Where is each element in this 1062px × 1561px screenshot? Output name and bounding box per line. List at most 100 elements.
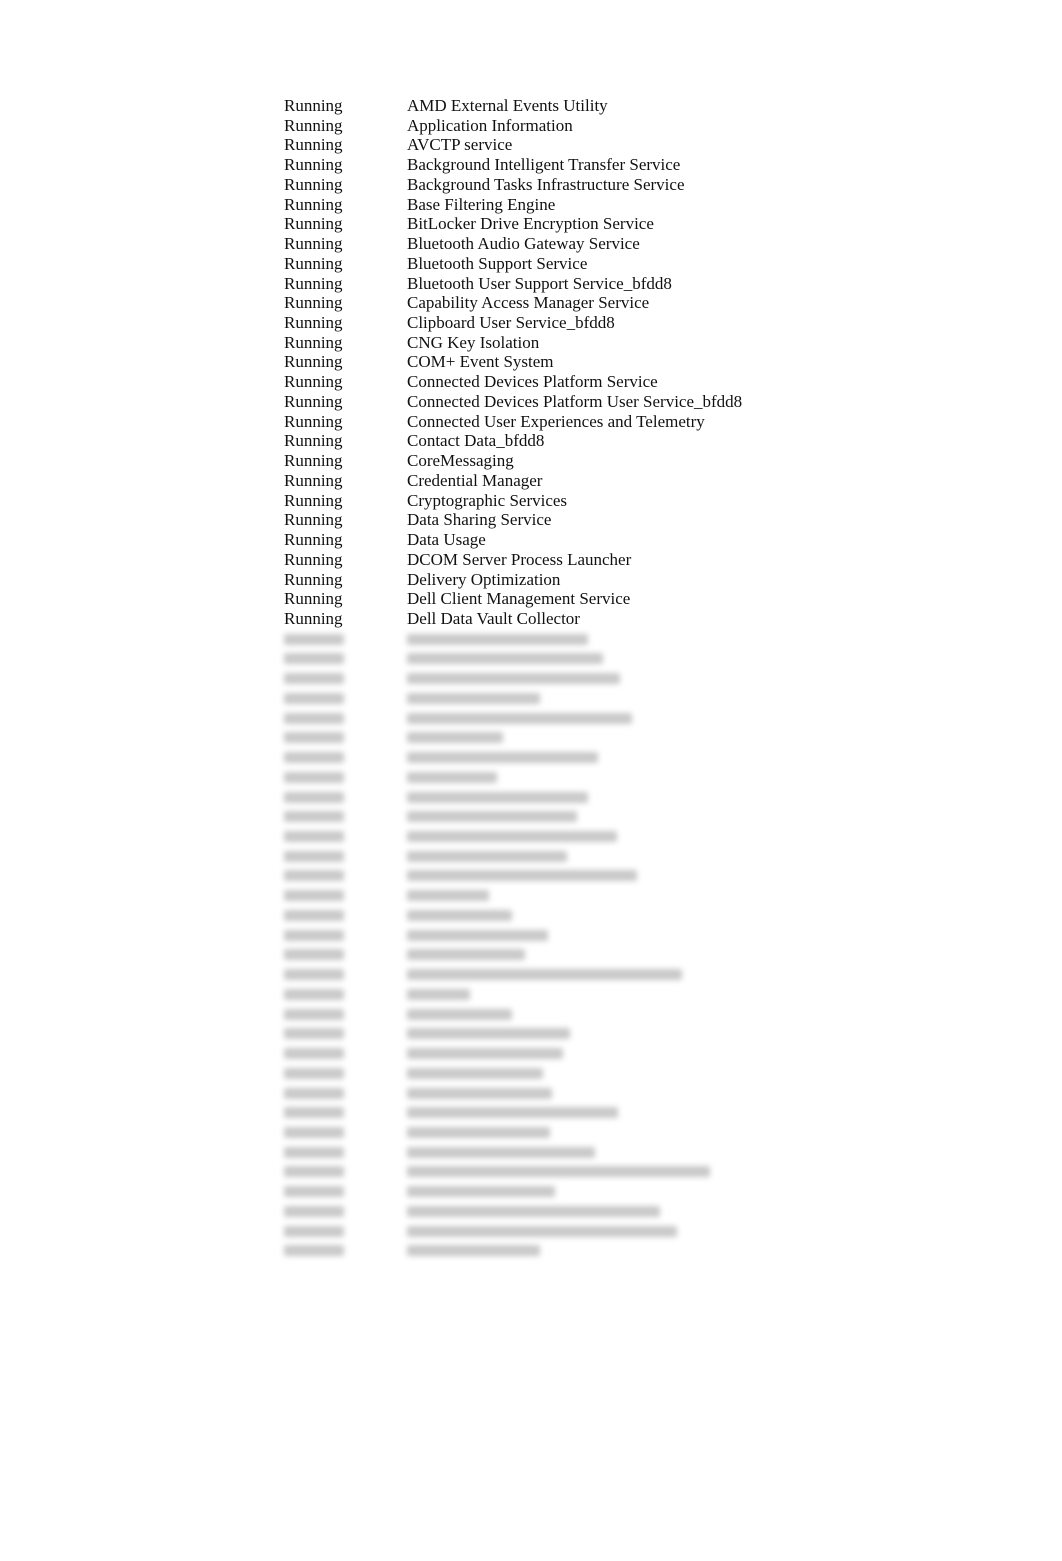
service-name: DCOM Server Process Launcher bbox=[407, 549, 632, 569]
service-status: Running bbox=[284, 313, 343, 333]
service-name: AVCTP service bbox=[407, 135, 513, 155]
blurred-status bbox=[284, 1107, 344, 1119]
blurred-status bbox=[284, 1067, 344, 1079]
service-status: Running bbox=[284, 470, 343, 490]
blurred-status bbox=[284, 752, 344, 764]
service-status: Running bbox=[284, 569, 343, 589]
blurred-status bbox=[284, 771, 344, 783]
blurred-status bbox=[284, 1008, 344, 1020]
blurred-name bbox=[407, 1008, 512, 1020]
blurred-status bbox=[284, 673, 344, 685]
blurred-status bbox=[284, 692, 344, 704]
service-status: Running bbox=[284, 549, 343, 569]
blurred-status bbox=[284, 1126, 344, 1138]
service-name: Bluetooth User Support Service_bfdd8 bbox=[407, 273, 672, 293]
service-name: AMD External Events Utility bbox=[407, 96, 608, 115]
service-status: Running bbox=[284, 273, 343, 293]
blurred-status bbox=[284, 1087, 344, 1099]
blurred-status bbox=[284, 890, 344, 902]
service-name: Data Sharing Service bbox=[407, 510, 552, 530]
blurred-status bbox=[284, 1225, 344, 1237]
blurred-name bbox=[407, 771, 497, 783]
blurred-status bbox=[284, 929, 344, 941]
blurred-name bbox=[407, 752, 598, 764]
service-name: CoreMessaging bbox=[407, 451, 514, 471]
blurred-name bbox=[407, 811, 577, 823]
service-status: Running bbox=[284, 234, 343, 254]
blurred-status bbox=[284, 633, 344, 645]
service-name: Background Tasks Infrastructure Service bbox=[407, 174, 685, 194]
blurred-name bbox=[407, 1186, 555, 1198]
service-status: Running bbox=[284, 332, 343, 352]
blurred-name bbox=[407, 1146, 595, 1158]
blurred-name bbox=[407, 870, 637, 882]
blurred-name bbox=[407, 732, 503, 744]
blurred-name bbox=[407, 633, 588, 645]
blurred-name bbox=[407, 1067, 543, 1079]
blurred-name bbox=[407, 1028, 570, 1040]
blurred-status bbox=[284, 1146, 344, 1158]
blurred-name bbox=[407, 969, 682, 981]
blurred-name bbox=[407, 890, 489, 902]
service-status: Running bbox=[284, 510, 343, 530]
blurred-status bbox=[284, 1166, 344, 1178]
service-status: Running bbox=[284, 530, 343, 550]
blurred-name bbox=[407, 909, 512, 921]
service-name: Connected User Experiences and Telemetry bbox=[407, 411, 705, 431]
blurred-name bbox=[407, 1225, 677, 1237]
service-status: Running bbox=[284, 490, 343, 510]
blurred-name bbox=[407, 949, 525, 961]
blurred-name bbox=[407, 831, 617, 842]
blurred-name bbox=[407, 653, 603, 665]
service-status: Running bbox=[284, 253, 343, 273]
blurred-status bbox=[284, 831, 344, 842]
service-name: Contact Data_bfdd8 bbox=[407, 431, 545, 451]
blurred-status bbox=[284, 1186, 344, 1198]
service-status: Running bbox=[284, 608, 343, 628]
service-status: Running bbox=[284, 372, 343, 392]
service-status: Running bbox=[284, 115, 343, 135]
blurred-name bbox=[407, 1205, 660, 1217]
service-status: Running bbox=[284, 589, 343, 609]
blurred-name bbox=[407, 988, 470, 1000]
service-name: Background Intelligent Transfer Service bbox=[407, 155, 681, 175]
blurred-name bbox=[407, 673, 620, 685]
blurred-status bbox=[284, 732, 344, 744]
blurred-name bbox=[407, 850, 567, 862]
service-status: Running bbox=[284, 96, 343, 115]
service-name: Cryptographic Services bbox=[407, 490, 568, 510]
service-status: Running bbox=[284, 214, 343, 234]
service-name: Bluetooth Support Service bbox=[407, 253, 588, 273]
blurred-status bbox=[284, 850, 344, 862]
service-status: Running bbox=[284, 431, 343, 451]
blurred-name bbox=[407, 1087, 552, 1099]
blurred-status bbox=[284, 969, 344, 981]
service-name: BitLocker Drive Encryption Service bbox=[407, 214, 654, 234]
service-status: Running bbox=[284, 174, 343, 194]
service-name: COM+ Event System bbox=[407, 352, 554, 372]
service-name: Application Information bbox=[407, 115, 573, 135]
blurred-name bbox=[407, 929, 548, 941]
blurred-status bbox=[284, 1048, 344, 1060]
service-name: Bluetooth Audio Gateway Service bbox=[407, 234, 640, 254]
blurred-name bbox=[407, 1107, 618, 1119]
service-status: Running bbox=[284, 293, 343, 313]
service-status: Running bbox=[284, 411, 343, 431]
service-name: Connected Devices Platform Service bbox=[407, 372, 658, 392]
blurred-name bbox=[407, 1048, 563, 1060]
service-name: Dell Client Management Service bbox=[407, 589, 631, 609]
blurred-name bbox=[407, 692, 540, 704]
blurred-status bbox=[284, 811, 344, 823]
service-status: Running bbox=[284, 194, 343, 214]
blurred-status bbox=[284, 949, 344, 961]
blurred-status bbox=[284, 791, 344, 803]
service-name: CNG Key Isolation bbox=[407, 332, 540, 352]
blurred-status bbox=[284, 1205, 344, 1217]
service-status: Running bbox=[284, 451, 343, 471]
blurred-name bbox=[407, 1245, 540, 1257]
service-status: Running bbox=[284, 135, 343, 155]
service-name: Data Usage bbox=[407, 530, 486, 550]
blurred-status bbox=[284, 1245, 344, 1257]
service-name: Base Filtering Engine bbox=[407, 194, 556, 214]
blurred-status bbox=[284, 870, 344, 882]
